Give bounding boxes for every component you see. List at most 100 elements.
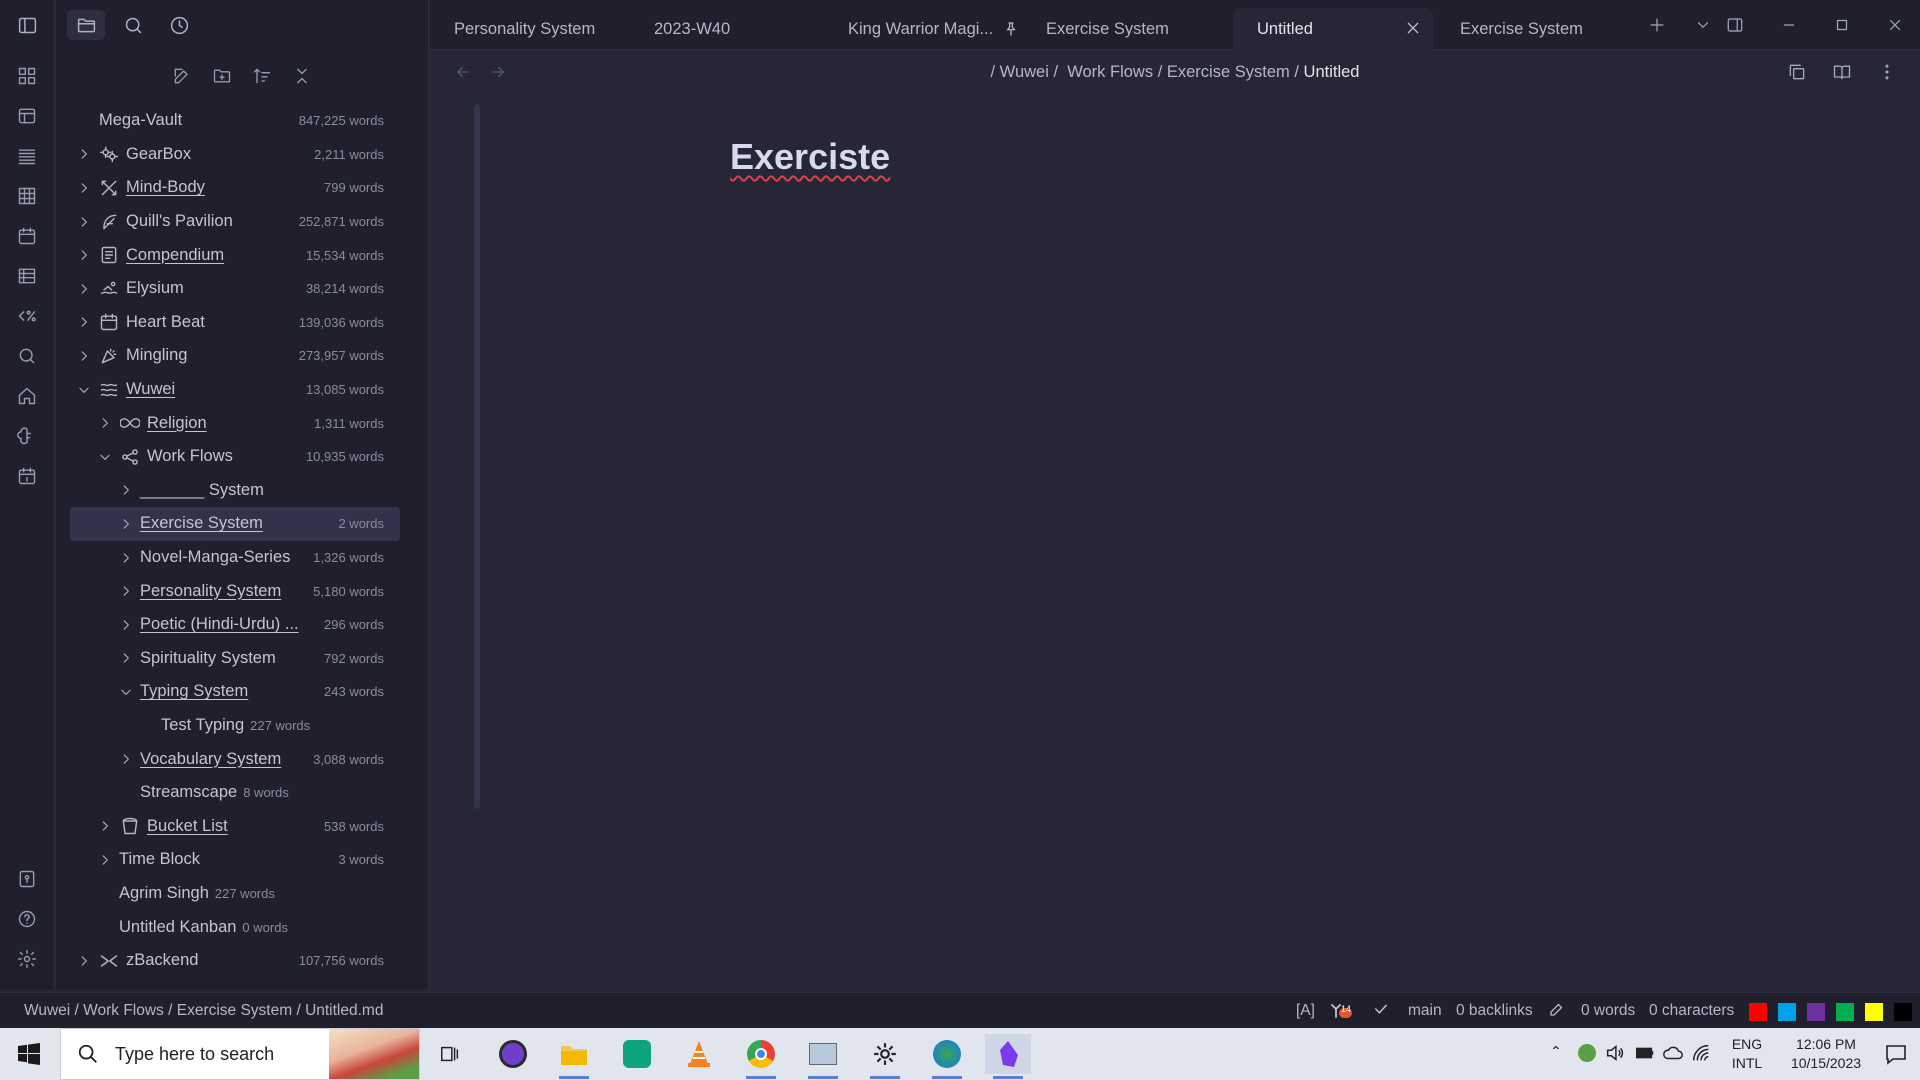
tree-item-compendium[interactable]: Compendium 15,534 words [70,238,400,272]
table-icon[interactable] [13,182,41,210]
home-icon[interactable] [13,382,41,410]
chevron-right-icon[interactable] [118,751,134,767]
chevron-right-icon[interactable] [76,348,92,364]
clock[interactable]: 12:06 PM 10/15/2023 [1778,1036,1874,1071]
tree-item-bucket-list[interactable]: Bucket List 538 words [70,809,400,843]
list-icon[interactable] [13,142,41,170]
chevron-right-icon[interactable] [76,281,92,297]
right-sidebar-toggle-icon[interactable] [1724,14,1746,36]
tree-item-religion[interactable]: Religion 1,311 words [70,406,400,440]
chevron-down-icon[interactable] [97,449,113,465]
minimize-icon[interactable] [1778,14,1800,36]
tab-untitled[interactable]: Untitled [1233,8,1433,50]
color-swatch[interactable] [1778,1003,1796,1021]
vlc-cone-icon[interactable] [676,1034,722,1074]
new-note-icon[interactable] [168,62,196,90]
tab-exercise-system-2[interactable]: Exercise System [1436,8,1636,50]
settings-gear-icon[interactable] [13,945,41,973]
tab-exercise-system[interactable]: Exercise System [1022,8,1222,50]
color-swatch[interactable] [1894,1003,1912,1021]
onedrive-cloud-icon[interactable] [1662,1042,1684,1069]
calendar-icon[interactable] [13,222,41,250]
close-window-icon[interactable] [1884,14,1906,36]
vault-switcher-icon[interactable] [13,865,41,893]
chevron-right-icon[interactable] [118,650,134,666]
color-swatch[interactable] [1807,1003,1825,1021]
photos-icon[interactable] [800,1034,846,1079]
tree-item-test-typing[interactable]: Test Typing 227 words [70,709,400,743]
tree-item-novel-manga-series[interactable]: Novel-Manga-Series 1,326 words [70,541,400,575]
wifi-icon[interactable] [1690,1042,1712,1069]
daily-note-icon[interactable] [13,462,41,490]
tree-item-untitled-kanban[interactable]: Untitled Kanban 0 words [70,910,400,944]
tree-item-elysium[interactable]: Elysium 38,214 words [70,272,400,306]
chevron-right-icon[interactable] [118,550,134,566]
chevron-right-icon[interactable] [97,852,113,868]
chevron-right-icon[interactable] [76,247,92,263]
task-view-icon[interactable] [427,1034,473,1074]
tree-item-system[interactable]: _______ System [70,474,400,508]
plugin-badge-icon[interactable]: 14 [1328,1001,1352,1026]
battery-icon[interactable] [1634,1042,1656,1069]
close-tab-icon[interactable] [1405,20,1423,38]
chevron-right-icon[interactable] [118,516,134,532]
show-hidden-icons-chevron-icon[interactable]: ⌃ [1550,1043,1562,1060]
taskbar-search[interactable]: Type here to search [60,1028,420,1080]
explorer-scrollbar[interactable] [474,104,480,809]
maximize-icon[interactable] [1831,14,1853,36]
tree-item-wuwei[interactable]: Wuwei 13,085 words [70,373,400,407]
sort-icon[interactable] [248,62,276,90]
breadcrumb-work-flows[interactable]: Work Flows [1067,63,1153,81]
breadcrumb-exercise-system[interactable]: Exercise System [1167,63,1290,81]
tree-item-poetic-hindi-urdu[interactable]: Poetic (Hindi-Urdu) ... 296 words [70,608,400,642]
backlinks-count[interactable]: 0 backlinks [1456,1002,1533,1020]
files-folder-icon[interactable] [67,10,105,40]
chevron-right-icon[interactable] [76,214,92,230]
sidebar-toggle-icon[interactable] [8,10,46,40]
chevron-right-icon[interactable] [97,415,113,431]
new-folder-icon[interactable] [208,62,236,90]
brain-icon[interactable] [13,422,41,450]
tab-2023-w40[interactable]: 2023-W40 [630,8,830,50]
tree-item-spirituality-system[interactable]: Spirituality System 792 words [70,642,400,676]
color-swatch[interactable] [1749,1003,1767,1021]
collapse-all-icon[interactable] [288,62,316,90]
edit-pencil-icon[interactable] [1548,1000,1566,1023]
tree-item-streamscape[interactable]: Streamscape 8 words [70,776,400,810]
quick-switcher-icon[interactable] [13,62,41,90]
breadcrumb-current[interactable]: Untitled [1304,63,1360,81]
tree-item-work-flows[interactable]: Work Flows 10,935 words [70,440,400,474]
templater-icon[interactable] [13,302,41,330]
tree-item-time-block[interactable]: Time Block 3 words [70,843,400,877]
language-indicator[interactable]: ENG INTL [1724,1036,1770,1071]
chevron-right-icon[interactable] [76,953,92,969]
tree-item-mingling[interactable]: Mingling 273,957 words [70,339,400,373]
tree-item-agrim-singh[interactable]: Agrim Singh 227 words [70,877,400,911]
tree-item-typing-system[interactable]: Typing System 243 words [70,675,400,709]
tree-item-heart-beat[interactable]: Heart Beat 139,036 words [70,306,400,340]
chrome-icon[interactable] [738,1034,784,1079]
more-options-icon[interactable] [1877,62,1899,84]
chevron-down-icon[interactable] [118,684,134,700]
color-swatch[interactable] [1836,1003,1854,1021]
status-file-path[interactable]: Wuwei / Work Flows / Exercise System / U… [24,1002,383,1020]
github-desktop-icon[interactable] [490,1034,536,1074]
new-tab-plus-icon[interactable] [1646,14,1668,36]
chevron-right-icon[interactable] [97,818,113,834]
tree-item-zbackend[interactable]: zBackend 107,756 words [70,944,400,978]
chevron-right-icon[interactable] [118,583,134,599]
chevron-right-icon[interactable] [118,617,134,633]
chevron-right-icon[interactable] [76,314,92,330]
chevron-right-icon[interactable] [76,180,92,196]
spreadsheet-icon[interactable] [13,262,41,290]
chevron-right-icon[interactable] [76,146,92,162]
obsidian-icon[interactable] [985,1034,1031,1079]
breadcrumb-wuwei[interactable]: / Wuwei / [991,63,1059,81]
internet-download-manager-icon[interactable] [924,1034,970,1079]
search-tab-icon[interactable] [114,10,152,40]
color-swatch[interactable] [1865,1003,1883,1021]
tab-king-warrior-magi[interactable]: King Warrior Magi... [824,8,1034,50]
chevron-down-icon[interactable] [76,382,92,398]
reading-view-book-icon[interactable] [1832,62,1854,84]
sync-check-icon[interactable] [1372,1000,1390,1023]
